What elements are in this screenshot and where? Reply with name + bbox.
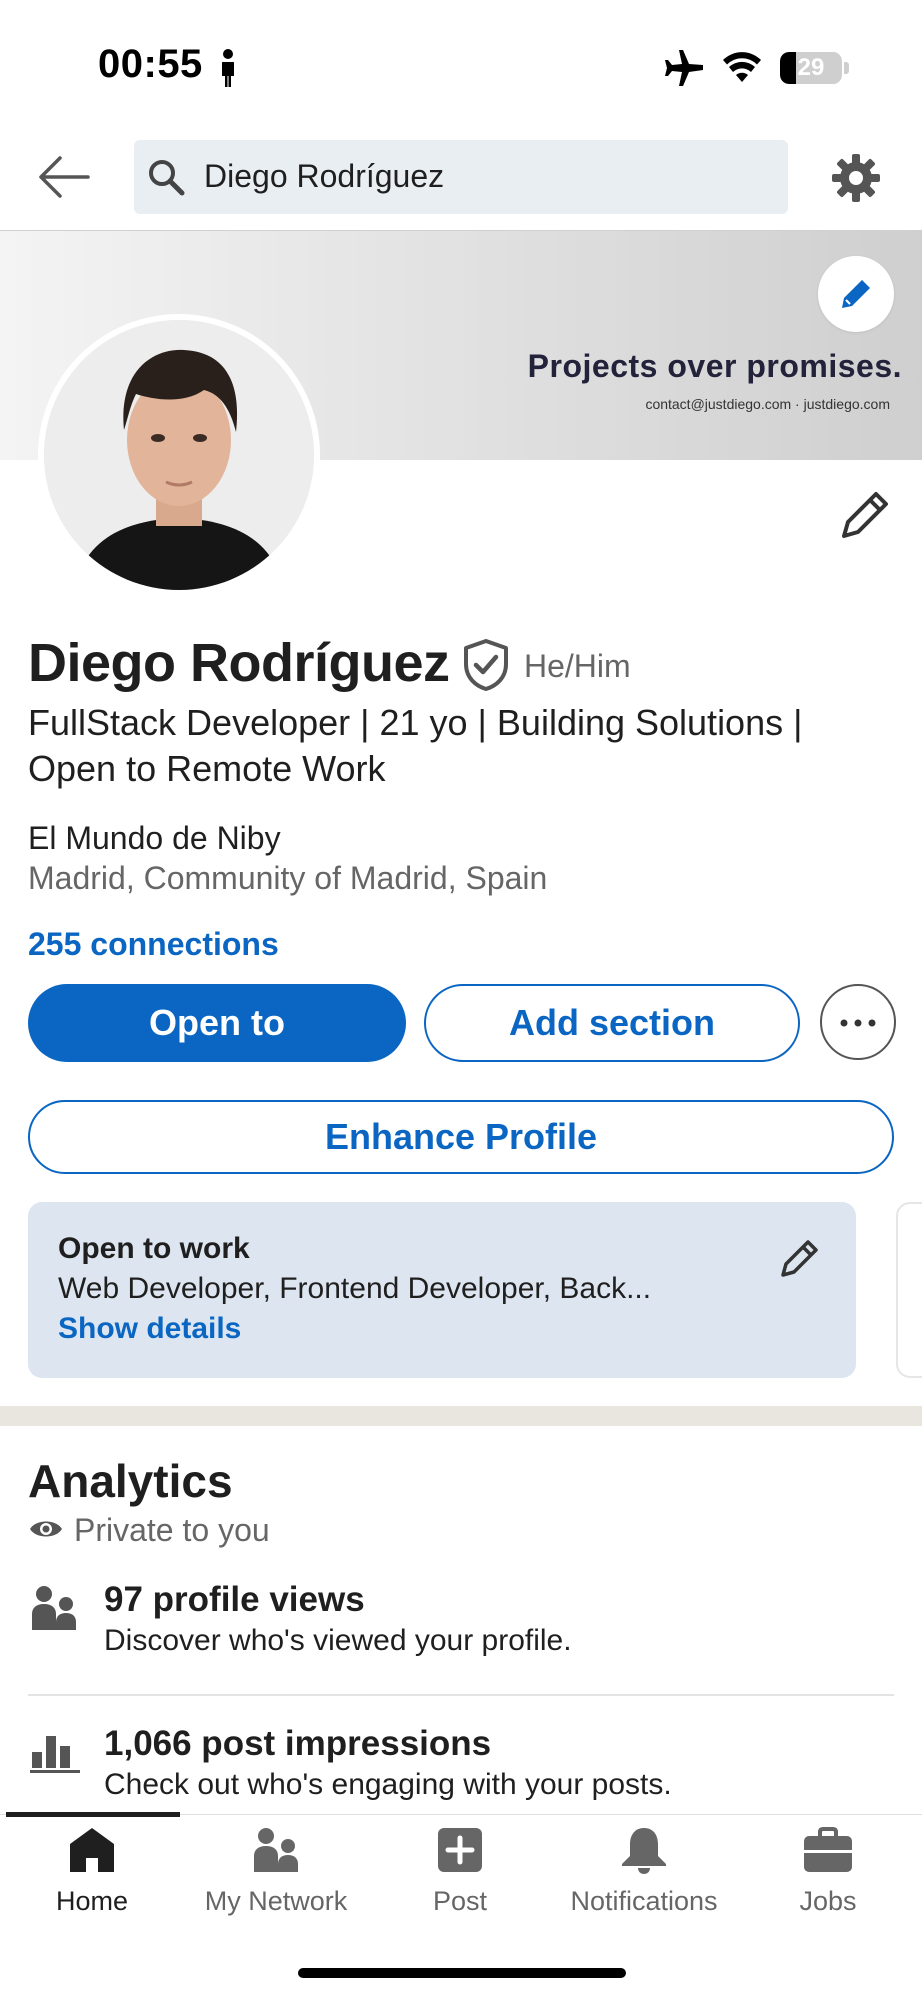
- banner-contact: contact@justdiego.com · justdiego.com: [645, 396, 890, 412]
- section-divider: [0, 1406, 922, 1426]
- next-card-peek[interactable]: [896, 1202, 922, 1378]
- nav-my-network[interactable]: My Network: [184, 1824, 368, 1916]
- more-dots-icon: [840, 1019, 876, 1027]
- status-time: 00:55: [98, 42, 203, 86]
- home-icon: [70, 1828, 114, 1872]
- open-to-button[interactable]: Open to: [28, 984, 406, 1062]
- location: Madrid, Community of Madrid, Spain: [28, 860, 548, 896]
- home-indicator: [298, 1968, 626, 1978]
- verified-shield-icon[interactable]: [462, 638, 510, 692]
- search-query[interactable]: Diego Rodríguez: [204, 158, 444, 195]
- people-icon: [32, 1586, 76, 1630]
- network-icon: [254, 1828, 298, 1872]
- edit-banner-button[interactable]: [818, 256, 894, 332]
- open-to-work-title: Open to work: [58, 1232, 250, 1265]
- bar-chart-icon: [30, 1736, 80, 1773]
- nav-my-network-label: My Network: [204, 1886, 348, 1916]
- search-icon: [149, 160, 185, 196]
- profile-name: Diego Rodríguez: [28, 633, 450, 693]
- nav-notifications-label: Notifications: [570, 1886, 718, 1916]
- nav-home-label: Home: [55, 1886, 129, 1916]
- eye-icon: [30, 1521, 62, 1537]
- add-section-button[interactable]: Add section: [424, 984, 800, 1062]
- analytics-divider: [28, 1694, 894, 1696]
- analytics-title: Analytics: [28, 1455, 233, 1507]
- nav-jobs-label: Jobs: [799, 1886, 857, 1916]
- gear-icon[interactable]: [830, 152, 882, 204]
- analytics-visibility: Private to you: [74, 1512, 270, 1548]
- briefcase-icon: [804, 1827, 852, 1872]
- enhance-profile-button[interactable]: Enhance Profile: [28, 1100, 894, 1174]
- edit-open-to-work-pencil-icon[interactable]: [780, 1238, 820, 1278]
- show-details-link[interactable]: Show details: [58, 1312, 241, 1346]
- active-tab-indicator: [6, 1812, 180, 1817]
- avatar-portrait: [44, 320, 314, 590]
- post-impressions-subtitle: Check out who's engaging with your posts…: [104, 1768, 672, 1801]
- nav-jobs[interactable]: Jobs: [736, 1824, 920, 1916]
- profile-views-subtitle: Discover who's viewed your profile.: [104, 1624, 572, 1657]
- back-arrow-icon[interactable]: [36, 152, 92, 202]
- pencil-icon: [842, 280, 870, 308]
- bell-icon: [622, 1828, 666, 1874]
- profile-photo[interactable]: [38, 314, 320, 596]
- wifi-icon: [723, 52, 761, 82]
- battery-nub: [844, 62, 849, 74]
- nav-home[interactable]: Home: [0, 1824, 184, 1916]
- open-to-work-roles: Web Developer, Frontend Developer, Back.…: [58, 1272, 652, 1305]
- pronouns: He/Him: [524, 648, 631, 684]
- person-icon: [222, 49, 234, 87]
- nav-post-label: Post: [432, 1886, 488, 1916]
- more-button[interactable]: [820, 984, 896, 1060]
- airplane-icon: [665, 50, 703, 86]
- profile-headline: FullStack Developer | 21 yo | Building S…: [28, 702, 803, 789]
- current-company[interactable]: El Mundo de Niby: [28, 820, 281, 857]
- nav-notifications[interactable]: Notifications: [552, 1824, 736, 1916]
- post-impressions-title[interactable]: 1,066 post impressions: [104, 1724, 491, 1764]
- profile-views-title[interactable]: 97 profile views: [104, 1580, 365, 1620]
- connections-link[interactable]: 255 connections: [28, 926, 279, 963]
- edit-intro-pencil-icon[interactable]: [838, 488, 892, 542]
- banner-headline: Projects over promises.: [527, 348, 902, 384]
- post-icon: [438, 1828, 482, 1872]
- nav-post[interactable]: Post: [368, 1824, 552, 1916]
- battery-indicator: 29: [780, 52, 842, 84]
